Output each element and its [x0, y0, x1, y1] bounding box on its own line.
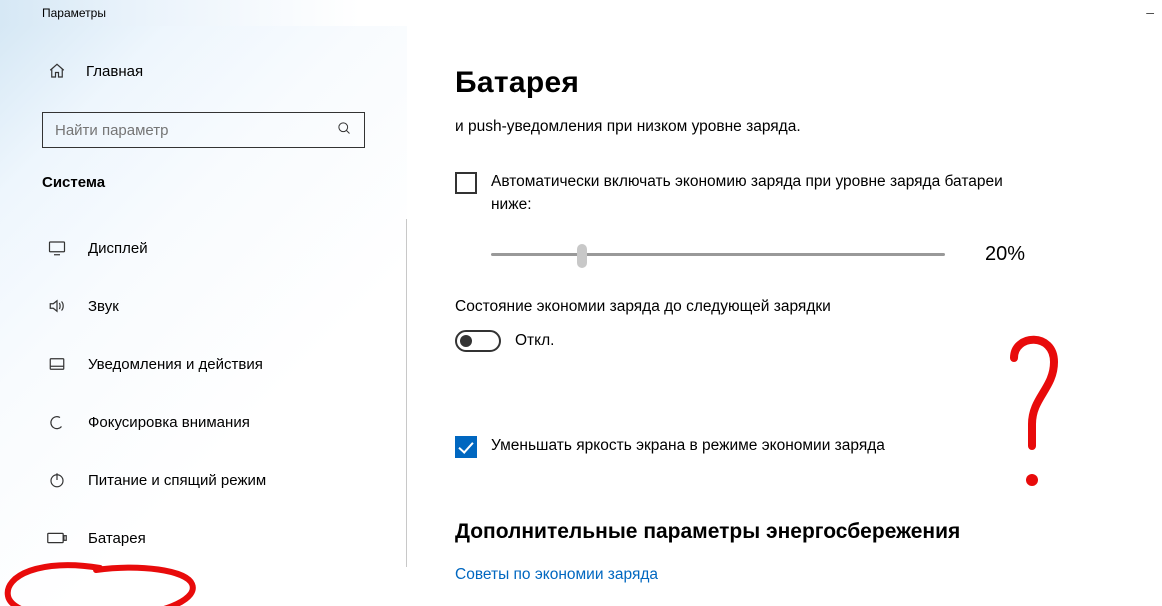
search-box[interactable]: [42, 112, 365, 148]
nav-item-label: Питание и спящий режим: [88, 472, 266, 489]
nav-item-focus[interactable]: Фокусировка внимания: [0, 393, 406, 451]
saver-toggle-label: Откл.: [515, 332, 554, 350]
sidebar-section-header: Система: [42, 174, 407, 191]
nav-item-power[interactable]: Питание и спящий режим: [0, 451, 406, 509]
dim-brightness-row: Уменьшать яркость экрана в режиме эконом…: [455, 434, 1162, 458]
annotation-question-mark: [1004, 328, 1064, 498]
power-icon: [46, 471, 68, 489]
advanced-heading: Дополнительные параметры энергосбережени…: [455, 520, 1162, 544]
search-wrap: [42, 112, 365, 148]
sound-icon: [46, 298, 68, 314]
dim-brightness-checkbox[interactable]: [455, 436, 477, 458]
window-title-text: Параметры: [42, 6, 106, 20]
nav-item-label: Батарея: [88, 530, 146, 547]
content-area: Батарея и push-уведомления при низком ур…: [407, 26, 1162, 606]
page-title: Батарея: [455, 66, 1162, 100]
sidebar-nav: Дисплей Звук Уведомления и действия: [0, 219, 407, 567]
threshold-slider[interactable]: [491, 244, 945, 264]
auto-saver-checkbox[interactable]: [455, 172, 477, 194]
nav-item-notifications[interactable]: Уведомления и действия: [0, 335, 406, 393]
focus-icon: [46, 413, 68, 431]
auto-saver-row: Автоматически включать экономию заряда п…: [455, 170, 1162, 217]
threshold-value: 20%: [985, 243, 1025, 266]
slider-track: [491, 253, 945, 256]
sidebar: Главная Система Дисплей: [0, 26, 407, 606]
minimize-indicator: –: [1146, 4, 1154, 20]
slider-thumb[interactable]: [577, 244, 587, 268]
nav-item-display[interactable]: Дисплей: [0, 219, 406, 277]
home-icon: [46, 62, 68, 80]
monitor-icon: [46, 240, 68, 256]
dim-brightness-label: Уменьшать яркость экрана в режиме эконом…: [491, 434, 885, 457]
search-icon: [324, 121, 364, 140]
saver-toggle-row: Откл.: [455, 330, 1162, 352]
nav-item-label: Фокусировка внимания: [88, 414, 250, 431]
nav-item-sound[interactable]: Звук: [0, 277, 406, 335]
nav-item-battery[interactable]: Батарея: [0, 509, 406, 567]
saver-toggle[interactable]: [455, 330, 501, 352]
battery-icon: [46, 531, 68, 545]
nav-item-label: Уведомления и действия: [88, 356, 263, 373]
notify-icon: [46, 356, 68, 372]
window-body: Главная Система Дисплей: [0, 26, 1162, 606]
threshold-slider-row: 20%: [455, 243, 1162, 266]
saver-state-label: Состояние экономии заряда до следующей з…: [455, 298, 1162, 316]
window-titlebar: Параметры –: [0, 0, 1162, 26]
annotation-circle: [0, 562, 204, 606]
nav-home[interactable]: Главная: [0, 48, 407, 94]
nav-home-label: Главная: [86, 63, 143, 80]
settings-window: Параметры – Главная Система: [0, 0, 1162, 606]
auto-saver-label: Автоматически включать экономию заряда п…: [491, 170, 1011, 217]
page-lead-text: и push-уведомления при низком уровне зар…: [455, 118, 1162, 136]
nav-item-label: Звук: [88, 298, 119, 315]
search-input[interactable]: [43, 122, 324, 139]
tips-link[interactable]: Советы по экономии заряда: [455, 566, 658, 584]
nav-item-label: Дисплей: [88, 240, 148, 257]
